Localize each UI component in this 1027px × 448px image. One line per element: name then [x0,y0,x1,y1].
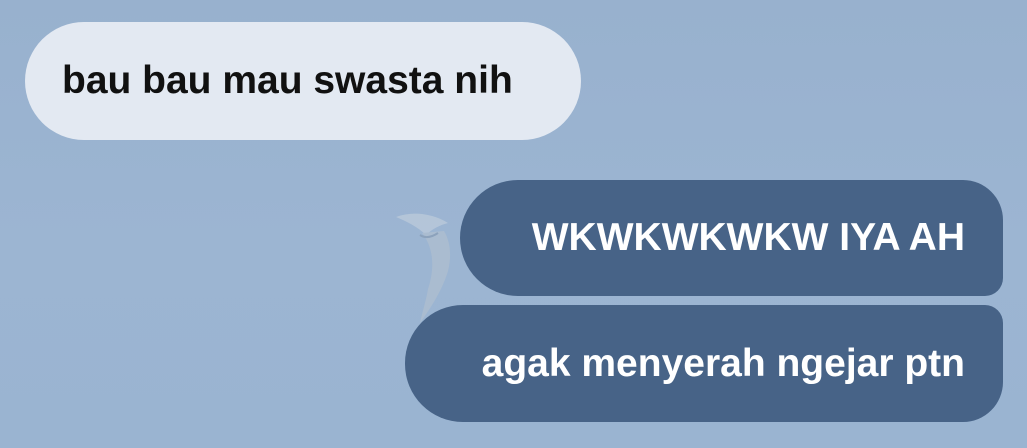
chat-area[interactable]: bau bau mau swasta nih WKWKWKWKW IYA AH … [0,0,1027,448]
message-text: bau bau mau swasta nih [62,59,513,102]
message-text: agak menyerah ngejar ptn [481,341,965,385]
message-text: WKWKWKWKW IYA AH [531,216,965,259]
message-bubble-outgoing[interactable]: WKWKWKWKW IYA AH [460,180,1003,296]
message-bubble-incoming[interactable]: bau bau mau swasta nih [25,22,581,140]
message-bubble-outgoing[interactable]: agak menyerah ngejar ptn [405,305,1003,422]
